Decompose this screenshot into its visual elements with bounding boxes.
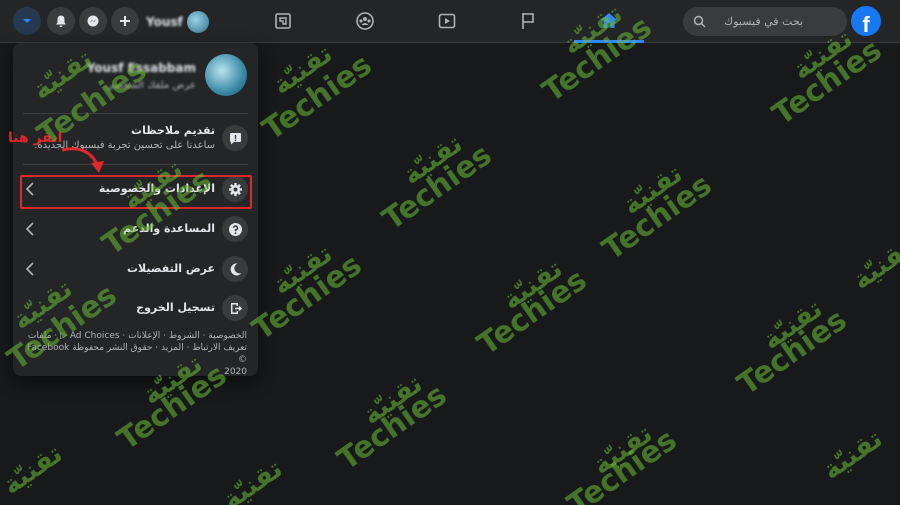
log-out-label: تسجيل الخروج (136, 301, 215, 314)
account-menu-button[interactable] (13, 7, 41, 35)
watermark-text: تقنيّة (817, 423, 889, 487)
log-out-item[interactable]: تسجيل الخروج (13, 289, 258, 329)
display-preferences-label: عرض التفضيلات (126, 262, 215, 275)
watermark-text: Techies (731, 302, 854, 403)
feedback-icon-wrap (222, 125, 248, 151)
question-icon (228, 222, 242, 236)
profile-shortcut[interactable]: Yousf (146, 9, 209, 35)
nav-pages[interactable] (515, 8, 541, 34)
watermark-text: تقنيّة (357, 368, 429, 432)
avatar (186, 11, 209, 33)
red-arrow-icon (61, 147, 104, 173)
chevron-left-icon (25, 262, 34, 276)
feedback-title: تقديم ملاحظات (131, 124, 215, 137)
profile-shortcut-name: Yousf (146, 15, 183, 29)
profile-avatar (205, 54, 247, 96)
click-here-annotation: انقر هنا (8, 130, 63, 146)
watermark-text: تقنيّة (267, 38, 339, 102)
watermark-text: Techies (561, 422, 684, 505)
divider (23, 164, 248, 165)
footer-line-2[interactable]: تعريف الارتباط · المزيد · حقوق النشر محف… (21, 342, 247, 366)
active-tab-indicator (574, 40, 644, 43)
footer-line-1[interactable]: الخصوصية · الشروط · الإعلانات · Ad Choic… (21, 330, 247, 342)
watermark-text: Techies (471, 262, 594, 363)
watermark-text: Techies (256, 47, 379, 148)
profile-subtitle: عرض ملفك الشخصي (105, 80, 196, 91)
watermark-text: Techies (766, 32, 889, 133)
watermark-text: تقنيّة (617, 158, 689, 222)
profile-name: Yousf Essabbam (86, 61, 196, 75)
notifications-button[interactable] (47, 7, 75, 35)
top-navigation-bar: Yousf f (0, 0, 900, 43)
menu-footer-links: الخصوصية · الشروط · الإعلانات · Ad Choic… (21, 330, 247, 378)
watermark-text: تقنيّة (757, 293, 829, 357)
groups-icon (356, 12, 374, 30)
watermark-text: تقنيّة (217, 453, 289, 505)
facebook-logo-letter: f (862, 12, 870, 36)
nav-home[interactable] (596, 8, 622, 34)
watermark-text: Techies (596, 167, 719, 268)
help-support-item[interactable]: المساعدة والدعم (13, 210, 258, 250)
watermark-text: Techies (246, 247, 369, 348)
moon-icon (230, 262, 241, 275)
watermark-text: Techies (376, 137, 499, 238)
logout-icon-wrap (222, 295, 248, 321)
create-button[interactable] (111, 7, 139, 35)
nav-watch[interactable] (434, 8, 460, 34)
watermark-text: تقنيّة (847, 233, 900, 297)
account-dropdown-menu: Yousf Essabbam عرض ملفك الشخصي تقديم ملا… (13, 43, 258, 378)
caret-down-icon (23, 19, 31, 23)
search-icon (693, 15, 706, 28)
nav-groups[interactable] (352, 8, 378, 34)
watermark-text: Techies (331, 377, 454, 478)
nav-gaming[interactable] (270, 8, 296, 34)
messenger-button[interactable] (79, 7, 107, 35)
watermark-text: تقنيّة (267, 238, 339, 302)
home-icon (601, 13, 617, 28)
moon-icon-wrap (222, 256, 248, 282)
logout-icon (230, 302, 242, 314)
highlight-box (20, 175, 252, 209)
facebook-logo[interactable]: f (851, 6, 881, 36)
messenger-icon (87, 15, 99, 27)
video-icon (438, 13, 456, 29)
plus-icon (120, 16, 130, 26)
bell-icon (56, 15, 66, 27)
watermark-text: تقنيّة (397, 128, 469, 192)
watermark-text: تقنيّة (587, 418, 659, 482)
footer-line-3: 2020 (224, 367, 247, 377)
chevron-left-icon (25, 222, 34, 236)
help-support-label: المساعدة والدعم (122, 222, 215, 235)
divider (23, 113, 248, 114)
feedback-icon (229, 132, 241, 144)
watermark-text: تقنيّة (0, 438, 69, 502)
display-preferences-item[interactable]: عرض التفضيلات (13, 250, 258, 290)
watermark-text: تقنيّة (497, 253, 569, 317)
gaming-icon (275, 13, 291, 29)
flag-icon (522, 13, 534, 29)
menu-profile-link[interactable]: Yousf Essabbam عرض ملفك الشخصي (13, 49, 258, 111)
question-icon-wrap (222, 216, 248, 242)
search-box[interactable] (683, 7, 847, 36)
